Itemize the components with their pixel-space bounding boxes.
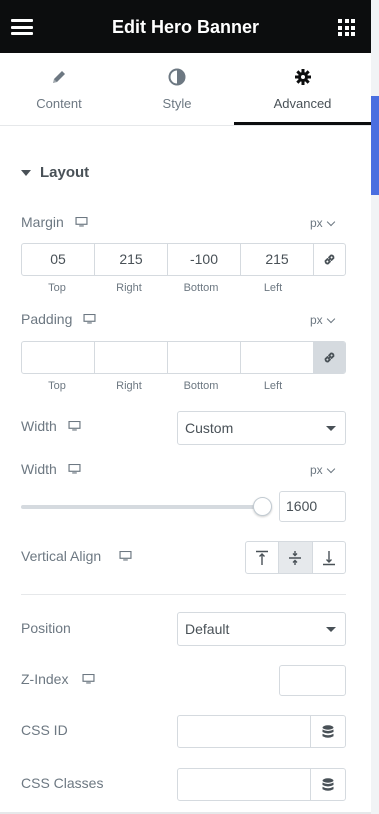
margin-bottom-input[interactable]: -100	[168, 244, 241, 275]
side-label-left: Left	[263, 380, 283, 392]
position-label: Position	[21, 620, 71, 636]
margin-top-input[interactable]: 05	[22, 244, 95, 275]
desktop-icon[interactable]	[119, 551, 132, 561]
side-label-left: Left	[263, 282, 283, 294]
tab-style[interactable]: Style	[118, 53, 236, 125]
half-circle-icon	[168, 68, 186, 86]
vertical-align-label: Vertical Align	[21, 548, 102, 564]
padding-left-input[interactable]	[241, 342, 314, 373]
desktop-icon[interactable]	[83, 314, 96, 324]
tab-content-label: Content	[36, 96, 82, 111]
padding-side-labels: Top Right Bottom Left	[21, 380, 311, 392]
position-label-row: Position	[21, 620, 71, 636]
tab-content[interactable]: Content	[0, 53, 118, 125]
dynamic-tags-button[interactable]	[310, 716, 345, 747]
section-divider	[21, 594, 346, 595]
desktop-icon[interactable]	[68, 464, 81, 474]
tab-bar: Content Style Advanced	[0, 53, 371, 126]
css-id-label: CSS ID	[21, 722, 68, 738]
position-select-value: Default	[185, 621, 230, 637]
align-middle-button[interactable]	[279, 542, 313, 573]
css-classes-label-row: CSS Classes	[21, 775, 103, 791]
chevron-down-icon	[326, 314, 335, 323]
top-align-icon	[256, 550, 269, 565]
width-slider-handle[interactable]	[253, 497, 272, 516]
link-icon	[324, 254, 335, 265]
section-title: Layout	[40, 164, 90, 181]
margin-inputs: 05 215 -100 215	[21, 243, 346, 276]
padding-unit-select[interactable]: px	[310, 313, 335, 327]
margin-link-button[interactable]	[314, 244, 345, 275]
margin-left-input[interactable]: 215	[241, 244, 314, 275]
side-label-bottom: Bottom	[183, 380, 219, 392]
margin-unit: px	[310, 216, 323, 230]
vertical-align-group	[245, 541, 346, 574]
width-select-value: Custom	[185, 420, 234, 436]
dynamic-tags-button[interactable]	[310, 769, 345, 800]
database-icon	[322, 724, 334, 738]
side-label-top: Top	[48, 282, 66, 294]
chevron-down-icon	[326, 464, 335, 473]
caret-down-icon	[21, 169, 31, 176]
side-label-right: Right	[116, 380, 142, 392]
width-unit-select[interactable]: px	[310, 463, 335, 477]
padding-bottom-input[interactable]	[168, 342, 241, 373]
scrollbar-thumb[interactable]	[371, 96, 379, 195]
css-id-field[interactable]	[177, 715, 346, 748]
css-classes-field[interactable]	[177, 768, 346, 801]
align-top-button[interactable]	[246, 542, 280, 573]
pencil-icon	[53, 71, 65, 83]
z-index-label: Z-Index	[21, 671, 69, 687]
margin-side-labels: Top Right Bottom Left	[21, 282, 311, 294]
grid-icon[interactable]	[338, 19, 355, 36]
middle-align-icon	[289, 550, 302, 565]
gear-icon	[294, 69, 311, 85]
width-label: Width	[21, 418, 57, 434]
margin-unit-select[interactable]: px	[310, 216, 335, 230]
desktop-icon[interactable]	[68, 421, 81, 431]
chevron-down-icon	[326, 217, 335, 226]
padding-label-row: Padding	[21, 311, 96, 327]
margin-right-input[interactable]: 215	[95, 244, 168, 275]
width-number-input[interactable]: 1600	[279, 491, 346, 522]
padding-label: Padding	[21, 311, 73, 327]
width-unit: px	[310, 463, 323, 477]
width-label-row: Width	[21, 418, 81, 434]
side-label-right: Right	[116, 282, 142, 294]
css-classes-label: CSS Classes	[21, 775, 104, 791]
align-bottom-button[interactable]	[313, 542, 345, 573]
panel-title: Edit Hero Banner	[111, 17, 260, 37]
desktop-icon[interactable]	[82, 674, 96, 684]
z-index-input[interactable]	[279, 665, 346, 696]
side-label-top: Top	[48, 380, 66, 392]
custom-width-label-row: Width	[21, 461, 81, 477]
panel-header: Edit Hero Banner	[0, 0, 371, 53]
database-icon	[322, 777, 334, 791]
link-icon	[324, 352, 335, 363]
margin-label-row: Margin	[21, 214, 88, 230]
width-slider-track[interactable]	[21, 505, 263, 509]
vertical-align-label-row: Vertical Align	[21, 548, 132, 564]
desktop-icon[interactable]	[75, 217, 88, 227]
padding-unit: px	[310, 313, 323, 327]
padding-right-input[interactable]	[95, 342, 168, 373]
padding-link-button[interactable]	[314, 342, 345, 373]
tab-style-label: Style	[162, 96, 192, 111]
tab-advanced[interactable]: Advanced	[234, 53, 371, 125]
bottom-align-icon	[322, 550, 335, 565]
position-select[interactable]: Default	[177, 612, 346, 646]
padding-top-input[interactable]	[22, 342, 95, 373]
side-label-bottom: Bottom	[183, 282, 219, 294]
custom-width-label: Width	[21, 461, 57, 477]
caret-down-icon	[326, 627, 336, 632]
caret-down-icon	[326, 426, 336, 431]
width-select[interactable]: Custom	[177, 411, 346, 445]
tab-advanced-label: Advanced	[273, 96, 332, 111]
section-layout-toggle[interactable]: Layout	[21, 164, 89, 181]
css-id-label-row: CSS ID	[21, 722, 68, 738]
padding-inputs	[21, 341, 346, 374]
margin-label: Margin	[21, 214, 64, 230]
z-index-label-row: Z-Index	[21, 671, 96, 687]
